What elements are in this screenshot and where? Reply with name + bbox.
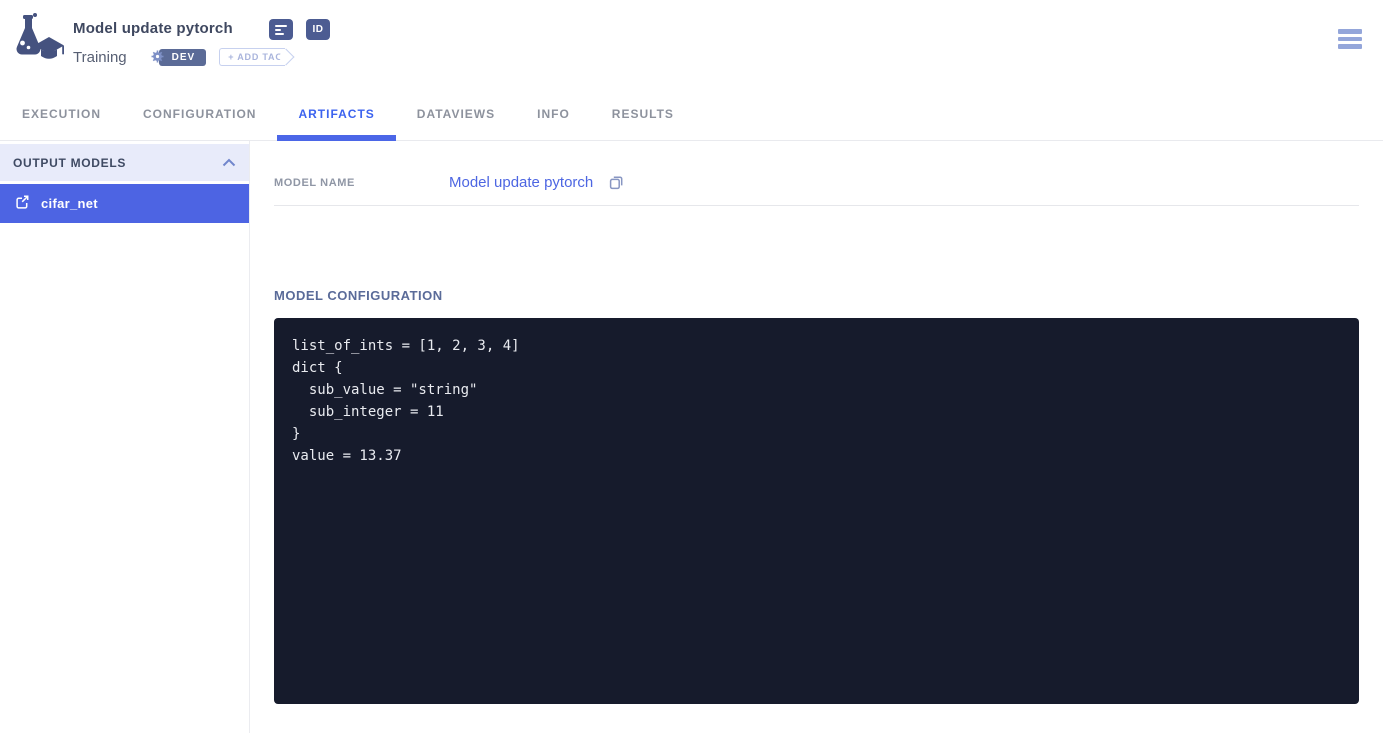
model-configuration-title: MODEL CONFIGURATION <box>274 288 1359 303</box>
tab-dataviews[interactable]: DATAVIEWS <box>396 87 516 140</box>
chevron-up-icon <box>222 154 236 172</box>
tab-bar: EXECUTION CONFIGURATION ARTIFACTS DATAVI… <box>0 87 1383 141</box>
add-tag-label: + ADD TAG <box>228 52 283 62</box>
experiment-title: Model update pytorch <box>73 20 285 37</box>
tab-configuration[interactable]: CONFIGURATION <box>122 87 277 140</box>
copy-button[interactable] <box>607 173 626 192</box>
sidebar-item-label: cifar_net <box>41 196 98 211</box>
output-models-section-header[interactable]: OUTPUT MODELS <box>0 144 249 181</box>
hamburger-menu-icon[interactable] <box>1338 29 1362 49</box>
clearml-logo-icon <box>8 10 64 73</box>
gear-icon <box>151 50 164 66</box>
model-configuration-code-block[interactable]: list_of_ints = [1, 2, 3, 4] dict { sub_v… <box>274 318 1359 704</box>
experiment-title-block: Model update pytorch Training <box>73 20 285 66</box>
model-name-row: MODEL NAME Model update pytorch <box>274 166 1359 206</box>
dev-tag-label: DEV <box>172 52 196 63</box>
id-icon: ID <box>313 24 324 35</box>
copy-icon <box>607 173 626 192</box>
tab-artifacts[interactable]: ARTIFACTS <box>277 87 395 140</box>
artifact-detail-panel: MODEL NAME Model update pytorch MODEL CO… <box>250 141 1383 733</box>
model-name-label: MODEL NAME <box>274 177 449 189</box>
output-models-title: OUTPUT MODELS <box>13 156 126 170</box>
description-button[interactable] <box>269 19 293 40</box>
tab-execution[interactable]: EXECUTION <box>1 87 122 140</box>
model-name-link[interactable]: Model update pytorch <box>449 174 593 191</box>
description-icon <box>275 25 288 35</box>
artifacts-sidebar: OUTPUT MODELS cifar_net <box>0 141 250 733</box>
app-header: Model update pytorch Training <box>0 0 1383 87</box>
sidebar-item-cifar-net[interactable]: cifar_net <box>0 184 249 223</box>
experiment-type-label: Training <box>73 49 127 66</box>
tab-results[interactable]: RESULTS <box>591 87 695 140</box>
tab-info[interactable]: INFO <box>516 87 591 140</box>
copy-id-button[interactable]: ID <box>306 19 330 40</box>
model-configuration-code: list_of_ints = [1, 2, 3, 4] dict { sub_v… <box>292 335 1341 467</box>
dev-tag[interactable]: DEV <box>159 49 207 66</box>
external-link-icon <box>14 194 30 213</box>
add-tag-button[interactable]: + ADD TAG <box>219 48 285 66</box>
